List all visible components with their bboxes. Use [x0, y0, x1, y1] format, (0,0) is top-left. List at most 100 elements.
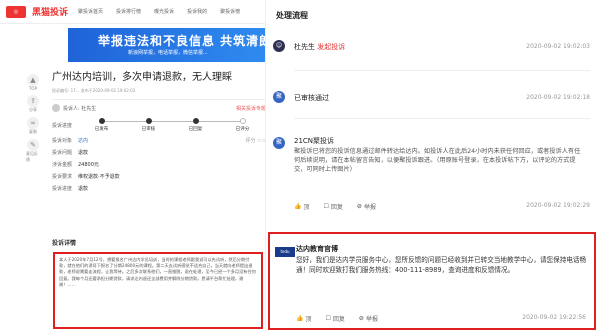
flow-title: 已审核通过 — [294, 94, 329, 102]
reply-button[interactable]: ☐ 回复 — [324, 202, 343, 211]
step-label: 已审核 — [141, 127, 156, 132]
complaint-article: 广州达内培训，多次申请退款，无人理睬 投诉编号: 17... 发布于2020-0… — [52, 68, 266, 192]
info-row-status: 投诉进度 退款 — [52, 185, 265, 192]
sidebar-top-button[interactable]: ▲ TOP — [26, 74, 40, 91]
flow-title: 21CN聚投诉 — [294, 137, 335, 145]
field-key: 投诉对象 — [52, 138, 73, 144]
platform-avatar-icon: 聚 — [273, 91, 285, 103]
complaint-title: 广州达内培训，多次申请退款，无人理睬 — [52, 72, 232, 83]
flow-timestamp: 2020-09-02 19:02:18 — [526, 94, 590, 101]
complaint-author-row: 投诉人: 杜先生 相关投诉专题 — [52, 104, 265, 112]
process-flow-panel: 处理流程 ☺ 杜先生 发起投诉 2020-09-02 19:02:03 聚 已审… — [266, 0, 600, 331]
sidebar-share-label: 分享 — [29, 107, 37, 112]
share-icon: ⇪ — [27, 95, 39, 107]
report-button[interactable]: ⊘ 举报 — [357, 202, 376, 211]
divider — [294, 118, 590, 119]
sidebar-share-button[interactable]: ⇪ 分享 — [26, 95, 40, 113]
sidebar-feedback-button[interactable]: ✎ 意见反馈 — [26, 139, 40, 163]
step-dot — [98, 118, 105, 124]
step-replied: 已回复 — [172, 118, 219, 132]
flow-timestamp: 2020-09-02 19:02:29 — [526, 202, 590, 209]
banner-title: 举报违法和不良信息 共筑清朗 — [98, 34, 266, 48]
thumb-up-icon: 👍 — [296, 315, 304, 322]
info-row-demand: 投诉要求 维权退款·不予退款 — [52, 173, 265, 180]
nav-item-ranking[interactable]: 投诉排行榜 — [116, 8, 141, 15]
step-dot — [192, 118, 199, 124]
step-label: 已发布 — [94, 127, 109, 132]
flow-actions: 👍 顶 ☐ 回复 ⊘ 举报 — [294, 202, 376, 211]
merchant-logo-icon: tedu — [275, 247, 295, 257]
topic-link[interactable]: 相关投诉专题 — [236, 105, 265, 112]
field-key: 投诉要求 — [52, 174, 73, 180]
comment-icon: ☐ — [325, 315, 331, 322]
nav-item-leaderboard[interactable]: 聚投诉榜 — [220, 8, 240, 15]
report-button[interactable]: ⊘ 举报 — [359, 314, 378, 323]
reply-label: 回复 — [332, 316, 345, 323]
step-label: 已评分 — [235, 127, 250, 132]
rating-stars: 评分 ☆☆ — [245, 138, 266, 144]
step-label: 已回复 — [188, 127, 203, 132]
progress-label: 投诉进度 — [52, 122, 73, 129]
top-navigation: ◎ 黑猫投诉 聚投诉首页 投诉排行榜 曝光投诉 投诉我的 聚投诉榜 — [0, 0, 265, 24]
info-row-target: 投诉对象 达内 评分 ☆☆ — [52, 137, 266, 144]
field-value: 退款 — [78, 186, 89, 192]
reply-button[interactable]: ☐ 回复 — [326, 314, 345, 323]
flow-heading: 处理流程 — [276, 11, 308, 20]
flow-timestamp: 2020-09-02 19:02:03 — [526, 43, 590, 50]
divider — [52, 99, 265, 100]
field-value: 退款 — [78, 150, 89, 156]
field-key: 涉诉金额 — [52, 162, 73, 168]
merchant-reply-body: 您好，我们是达内学员服务中心，您所反馈的问题已经收到并已转交当地教学中心，请您保… — [296, 256, 587, 274]
thumb-up-icon: 👍 — [294, 203, 302, 210]
report-label: 举报 — [363, 204, 376, 211]
sidebar-copy-label: 复制 — [29, 129, 37, 134]
alert-icon: ⊘ — [358, 315, 364, 322]
like-label: 顶 — [305, 316, 312, 323]
banner-subtitle: 新浪网举报，电话举报，微信举报... — [128, 50, 208, 56]
sidebar-feedback-label: 意见反馈 — [26, 151, 38, 162]
field-key: 投诉问题 — [52, 150, 73, 156]
like-button[interactable]: 👍 顶 — [296, 314, 312, 323]
flow-timestamp: 2020-09-02 19:22:56 — [522, 314, 586, 321]
complaint-detail-page: ◎ 黑猫投诉 聚投诉首页 投诉排行榜 曝光投诉 投诉我的 聚投诉榜 举报违法和不… — [0, 0, 266, 331]
divider — [294, 70, 590, 71]
field-key: 投诉进度 — [52, 186, 73, 192]
link-icon: ∞ — [27, 117, 39, 129]
step-published: 已发布 — [78, 118, 125, 132]
site-logo[interactable]: ◎ — [6, 5, 26, 18]
like-button[interactable]: 👍 顶 — [294, 202, 310, 211]
merchant-reply-box: tedu 达内教育官博 您好，我们是达内学员服务中心，您所反馈的问题已经收到并已… — [268, 232, 596, 330]
step-reviewed: 已审核 — [125, 118, 172, 132]
flow-body: 聚投诉已将您的投诉信息通过邮件转达给达内。如投诉人在此后24小时内未获任何回应，… — [294, 148, 581, 173]
flow-user-name[interactable]: 杜先生 — [294, 43, 315, 51]
sidebar-top-label: TOP — [28, 86, 37, 91]
merchant-name[interactable]: 达内教育官博 — [296, 244, 338, 254]
flow-actions: 👍 顶 ☐ 回复 ⊘ 举报 — [296, 314, 378, 323]
feedback-icon: ✎ — [27, 139, 39, 151]
top-icon: ▲ — [27, 74, 39, 86]
complaint-details-box: 本人于2020年7月12号，想要报名广州达内学员培训，当时的课程老师跟我说可以先… — [53, 252, 263, 329]
step-dot — [239, 118, 246, 124]
complaint-meta: 投诉编号: 17... 发布于2020-09-02 19:02:03 — [52, 88, 136, 93]
field-value: 24800元 — [78, 162, 99, 168]
flow-title: 杜先生 发起投诉 — [294, 42, 345, 52]
user-avatar-icon[interactable]: ☺ — [273, 40, 285, 52]
like-label: 顶 — [303, 204, 310, 211]
progress-row: 投诉进度 已发布 已审核 已回复 已评分 — [52, 118, 265, 132]
info-row-issue: 投诉问题 退款 — [52, 149, 265, 156]
floating-sidebar: ▲ TOP ⇪ 分享 ∞ 复制 ✎ 意见反馈 — [26, 74, 40, 163]
report-banner[interactable]: 举报违法和不良信息 共筑清朗 新浪网举报，电话举报，微信举报... — [68, 28, 266, 62]
alert-icon: ⊘ — [356, 203, 362, 210]
nav-item-expose[interactable]: 曝光投诉 — [154, 8, 174, 15]
brand-name[interactable]: 黑猫投诉 — [32, 5, 68, 18]
step-dot — [145, 118, 152, 124]
author-avatar — [52, 104, 60, 112]
nav-item-my-complaints[interactable]: 投诉我的 — [187, 8, 207, 15]
field-value-link[interactable]: 达内 — [78, 137, 88, 144]
progress-steps: 已发布 已审核 已回复 已评分 — [78, 118, 265, 132]
nav-item-home[interactable]: 聚投诉首页 — [78, 8, 103, 15]
step-rated: 已评分 — [219, 118, 265, 132]
sidebar-copy-button[interactable]: ∞ 复制 — [26, 117, 40, 135]
author-name[interactable]: 投诉人: 杜先生 — [63, 105, 96, 112]
details-heading: 投诉详情 — [52, 240, 77, 247]
